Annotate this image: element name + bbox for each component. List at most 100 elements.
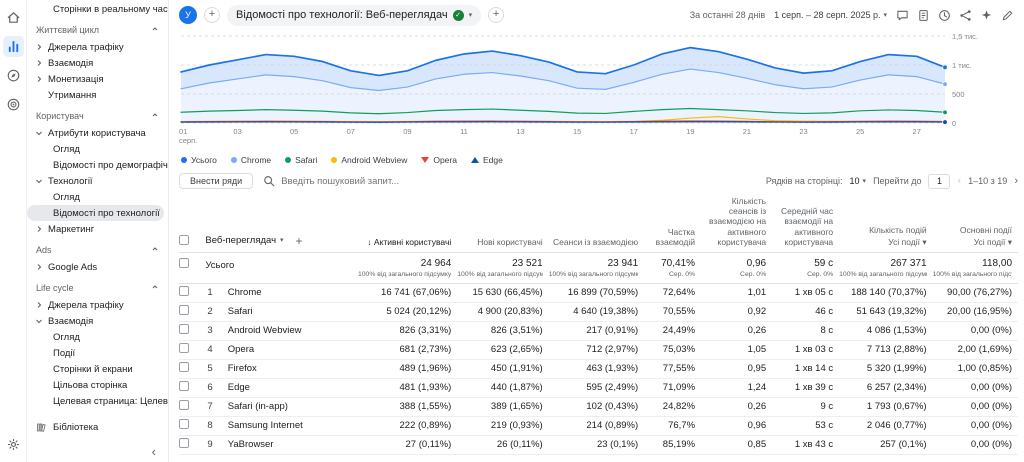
row-checkbox[interactable] (179, 258, 189, 268)
table-row[interactable]: 8Samsung Internet222 (0,89%)219 (0,93%)2… (179, 416, 1018, 435)
sidebar-item[interactable]: Події (27, 345, 168, 361)
column-header[interactable]: Сеанси із взаємодією (549, 194, 644, 252)
row-checkbox[interactable] (179, 400, 189, 410)
sidebar-item[interactable]: Атрибути користувача (27, 125, 168, 141)
row-checkbox[interactable] (179, 324, 189, 334)
table-row[interactable]: 4Opera681 (2,73%)623 (2,65%)712 (2,97%)7… (179, 340, 1018, 359)
sidebar-item-library[interactable]: Бібліотека (27, 417, 168, 437)
sidebar-item[interactable]: Монетизація (27, 71, 168, 87)
table-row[interactable]: 7Safari (in-app)388 (1,55%)389 (1,65%)10… (179, 397, 1018, 416)
sidebar-section-label: Life cycle (36, 283, 74, 293)
settings-gear-icon[interactable] (3, 434, 24, 455)
sidebar-section-header[interactable]: Життєвий цикл (27, 21, 168, 39)
select-all-checkbox[interactable] (179, 235, 189, 245)
sidebar-item[interactable]: Джерела трафіку (27, 39, 168, 55)
add-dimension-button[interactable]: + (296, 235, 303, 247)
sidebar-item[interactable]: Огляд (27, 329, 168, 345)
date-range-picker[interactable]: 1 серп. – 28 серп. 2025 р. ▾ (774, 10, 887, 20)
goto-page-input[interactable]: 1 (928, 174, 950, 189)
sidebar-item[interactable]: Відомості про технології (27, 205, 164, 221)
add-report-button[interactable]: + (488, 7, 504, 23)
all-users-segment-chip[interactable]: У (179, 6, 197, 24)
checkbox-cell (179, 378, 205, 397)
table-row[interactable]: 9YaBrowser27 (0,11%)26 (0,11%)23 (0,1%)8… (179, 435, 1018, 454)
row-value: 595 (2,49%) (549, 378, 644, 397)
sidebar-section-header[interactable]: Користувач (27, 107, 168, 125)
snapshot-clock-icon[interactable] (938, 9, 951, 22)
sidebar-item[interactable]: Целевая страница: Целев... (27, 393, 168, 409)
legend-item[interactable]: Android Webview (331, 155, 407, 165)
column-header[interactable]: ↓ Активні користувачі (356, 194, 458, 252)
table-row[interactable]: 1Chrome16 741 (67,06%)15 630 (66,45%)16 … (179, 283, 1018, 302)
legend-item[interactable]: Opera (421, 155, 457, 165)
column-header[interactable]: Середній час взаємодії на активного кори… (772, 194, 839, 252)
plot-rows-button[interactable]: Внести ряди (179, 173, 253, 189)
row-value: 8 с (772, 321, 839, 340)
column-header[interactable]: Кількість подійУсі події ▾ (839, 194, 932, 252)
column-header[interactable]: Кількість сеансів із взаємодією на актив… (701, 194, 772, 252)
sidebar-item-label: Технології (48, 176, 93, 187)
row-checkbox[interactable] (179, 381, 189, 391)
row-checkbox[interactable] (179, 438, 189, 448)
column-header[interactable]: Частка взаємодій (644, 194, 701, 252)
sidebar-item[interactable]: Огляд (27, 189, 168, 205)
reports-icon[interactable] (3, 36, 24, 57)
report-title-chip[interactable]: Відомості про технології: Веб-переглядач… (227, 5, 481, 26)
home-icon[interactable] (3, 7, 24, 28)
edit-pencil-icon[interactable] (1001, 9, 1014, 22)
sidebar-section-header[interactable]: Life cycle (27, 279, 168, 297)
table-row[interactable]: 5Firefox489 (1,96%)450 (1,91%)463 (1,93%… (179, 359, 1018, 378)
add-comparison-button[interactable]: + (204, 7, 220, 23)
sidebar-item[interactable]: Джерела трафіку (27, 297, 168, 313)
explore-icon[interactable] (3, 65, 24, 86)
sidebar-item-realtime-pages[interactable]: Сторінки в реальному часі (27, 1, 168, 17)
legend-item[interactable]: Усього (181, 155, 217, 165)
share-icon[interactable] (959, 9, 972, 22)
table-row[interactable]: 3Android Webview826 (3,31%)826 (3,51%)21… (179, 321, 1018, 340)
legend-item[interactable]: Chrome (231, 155, 271, 165)
sidebar-item-label: Сторінки в реальному часі (53, 4, 168, 15)
table-row[interactable]: 6Edge481 (1,93%)440 (1,87%)595 (2,49%)71… (179, 378, 1018, 397)
sidebar-section-header[interactable]: Ads (27, 241, 168, 259)
sidebar-item[interactable]: Відомості про демографіч... (27, 157, 168, 173)
sidebar-item-label: Відомості про демографіч... (53, 160, 168, 171)
dimension-dropdown[interactable]: Веб-переглядач ▾ (205, 235, 283, 246)
prev-page-button[interactable]: ‹ (957, 175, 961, 187)
next-page-button[interactable]: › (1014, 175, 1018, 187)
sidebar-item[interactable]: Технології (27, 173, 168, 189)
row-checkbox[interactable] (179, 286, 189, 296)
table-row[interactable]: 2Safari5 024 (20,12%)4 900 (20,83%)4 640… (179, 302, 1018, 321)
row-checkbox[interactable] (179, 305, 189, 315)
advertising-icon[interactable] (3, 94, 24, 115)
rows-per-page-select[interactable]: 10 ▾ (850, 176, 867, 186)
sidebar-item[interactable]: Утримання (27, 87, 168, 103)
timeseries-chart[interactable]: 05001 тис.1,5 тис.01серп.030507091113151… (179, 31, 1018, 149)
row-checkbox[interactable] (179, 362, 189, 372)
check-badge-icon: ✓ (453, 10, 464, 21)
insights-icon[interactable] (980, 9, 993, 22)
legend-item[interactable]: Edge (471, 155, 503, 165)
sidebar-item[interactable]: Маркетинг (27, 221, 168, 237)
sidebar-item-label: Монетизація (48, 74, 104, 85)
row-value: 217 (0,91%) (549, 321, 644, 340)
sidebar-item[interactable]: Взаємодія (27, 55, 168, 71)
notes-icon[interactable] (917, 9, 930, 22)
row-checkbox[interactable] (179, 419, 189, 429)
legend-item[interactable]: Safari (285, 155, 317, 165)
column-header[interactable]: Нові користувачі (457, 194, 548, 252)
row-name: Edge (228, 378, 356, 397)
collapse-sidebar-button[interactable]: ‹ (152, 445, 156, 458)
sidebar-item[interactable]: Цільова сторінка (27, 377, 168, 393)
sidebar-item[interactable]: Сторінки й екрани (27, 361, 168, 377)
sidebar-item[interactable]: Взаємодія (27, 313, 168, 329)
search-icon (263, 175, 275, 187)
comment-icon[interactable] (896, 9, 909, 22)
column-header[interactable]: Основні подіїУсі події ▾ (933, 194, 1018, 252)
chevron-up-icon (151, 283, 159, 293)
sidebar-item[interactable]: Огляд (27, 141, 168, 157)
legend-label: Android Webview (341, 155, 407, 165)
search-input[interactable] (281, 176, 481, 187)
row-checkbox[interactable] (179, 343, 189, 353)
row-value: 222 (0,89%) (356, 416, 458, 435)
sidebar-item[interactable]: Google Ads (27, 259, 168, 275)
